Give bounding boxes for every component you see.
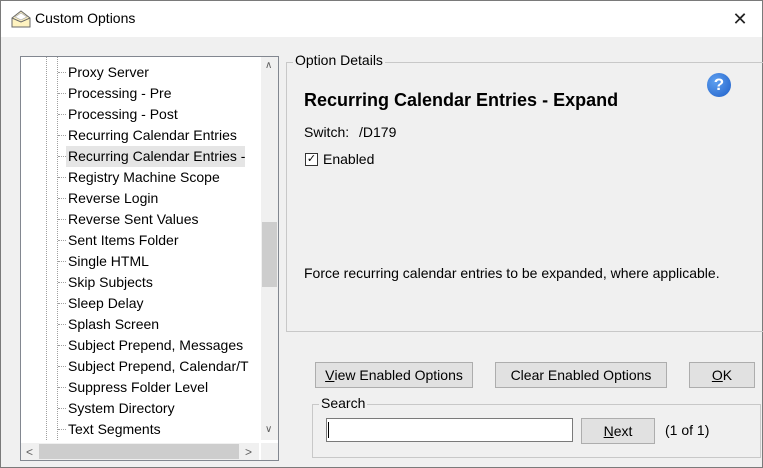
tree-item[interactable]: Proxy Server xyxy=(66,62,149,83)
tree-item[interactable]: Recurring Calendar Entries xyxy=(66,125,237,146)
switch-value: /D179 xyxy=(359,124,397,140)
tree-item[interactable]: Skip Subjects xyxy=(66,272,153,293)
tree-item[interactable]: Text Segments xyxy=(66,419,161,440)
tree-item[interactable]: Reverse Login xyxy=(66,188,158,209)
enabled-label[interactable]: Enabled xyxy=(323,151,374,167)
tree-item[interactable]: Registry Machine Scope xyxy=(66,167,220,188)
tree-branch-line xyxy=(58,114,66,115)
options-tree[interactable]: Proxy Server Processing - Pre Processing -… xyxy=(20,56,279,461)
custom-options-window: Custom Options ✕ Proxy Server Processing … xyxy=(0,0,763,468)
title-bar: Custom Options ✕ xyxy=(1,1,762,37)
scroll-left-icon[interactable]: < xyxy=(26,445,33,459)
tree-item[interactable]: Single HTML xyxy=(66,251,149,272)
tree-item[interactable]: Suppress Folder Level xyxy=(66,377,208,398)
close-button[interactable]: ✕ xyxy=(718,1,762,37)
tree-branch-line xyxy=(58,303,66,304)
tree-branch-line xyxy=(58,72,66,73)
tree-branch-line xyxy=(58,240,66,241)
tree-branch-line xyxy=(58,387,66,388)
tree-items-container: Proxy Server Processing - Pre Processing -… xyxy=(21,57,259,440)
tree-branch-line xyxy=(58,366,66,367)
view-enabled-options-button[interactable]: View Enabled Options xyxy=(315,362,473,388)
option-title: Recurring Calendar Entries - Expand xyxy=(304,90,619,110)
scroll-up-icon[interactable]: ∧ xyxy=(265,60,272,71)
tree-branch-line xyxy=(58,345,66,346)
tree-item[interactable]: Subject Prepend, Calendar/T xyxy=(66,356,249,377)
tree-branch-line xyxy=(58,198,66,199)
next-button[interactable]: Next xyxy=(581,418,655,444)
ok-button[interactable]: OK xyxy=(689,362,755,388)
tree-item[interactable]: Reverse Sent Values xyxy=(66,209,198,230)
help-icon[interactable]: ? xyxy=(707,73,731,97)
switch-label: Switch: xyxy=(304,124,350,140)
close-icon: ✕ xyxy=(732,8,748,29)
horizontal-scrollbar[interactable]: < > xyxy=(21,443,259,460)
clear-enabled-options-button[interactable]: Clear Enabled Options xyxy=(495,362,667,388)
tree-item[interactable]: Subject Prepend, Messages xyxy=(66,335,243,356)
horizontal-scroll-thumb[interactable] xyxy=(39,444,239,459)
tree-guide-line xyxy=(46,57,47,440)
tree-item[interactable]: System Directory xyxy=(66,398,175,419)
tree-branch-line xyxy=(58,93,66,94)
view-enabled-label: iew Enabled Options xyxy=(334,367,463,383)
tree-branch-line xyxy=(58,219,66,220)
scrollbar-corner xyxy=(261,443,278,460)
tree-branch-line xyxy=(58,135,66,136)
tree-item[interactable]: Processing - Pre xyxy=(66,83,171,104)
ok-label: K xyxy=(722,367,733,383)
switch-text: Switch: /D179 xyxy=(304,124,396,140)
tree-item[interactable]: Sleep Delay xyxy=(66,293,144,314)
option-details-label: Option Details xyxy=(293,52,385,68)
vertical-scrollbar[interactable]: ∧ ∨ xyxy=(261,57,278,440)
tree-branch-line xyxy=(58,408,66,409)
window-title: Custom Options xyxy=(35,10,136,26)
text-caret xyxy=(328,422,329,438)
search-label: Search xyxy=(319,395,368,411)
tree-branch-line xyxy=(58,324,66,325)
tree-item[interactable]: Sent Items Folder xyxy=(66,230,179,251)
tree-item[interactable]: Recurring Calendar Entries - xyxy=(66,146,246,167)
mnemonic-v: V xyxy=(325,367,335,383)
tree-branch-line xyxy=(58,156,66,157)
mnemonic-o: O xyxy=(711,367,723,383)
enabled-checkbox[interactable]: ✓ xyxy=(305,153,318,166)
tree-branch-line xyxy=(58,429,66,430)
search-count: (1 of 1) xyxy=(665,422,710,438)
search-input[interactable] xyxy=(326,418,573,442)
tree-branch-line xyxy=(58,177,66,178)
tree-branch-line xyxy=(58,282,66,283)
tree-item[interactable]: Splash Screen xyxy=(66,314,159,335)
tree-branch-line xyxy=(58,261,66,262)
next-label: ext xyxy=(613,423,633,439)
scroll-right-icon[interactable]: > xyxy=(245,445,252,459)
mnemonic-n: N xyxy=(603,423,614,439)
envelope-icon xyxy=(11,10,31,28)
option-description: Force recurring calendar entries to be e… xyxy=(304,265,720,281)
check-icon: ✓ xyxy=(306,153,317,165)
vertical-scroll-thumb[interactable] xyxy=(262,222,277,287)
tree-item[interactable]: Processing - Post xyxy=(66,104,178,125)
scroll-down-icon[interactable]: ∨ xyxy=(265,424,272,435)
